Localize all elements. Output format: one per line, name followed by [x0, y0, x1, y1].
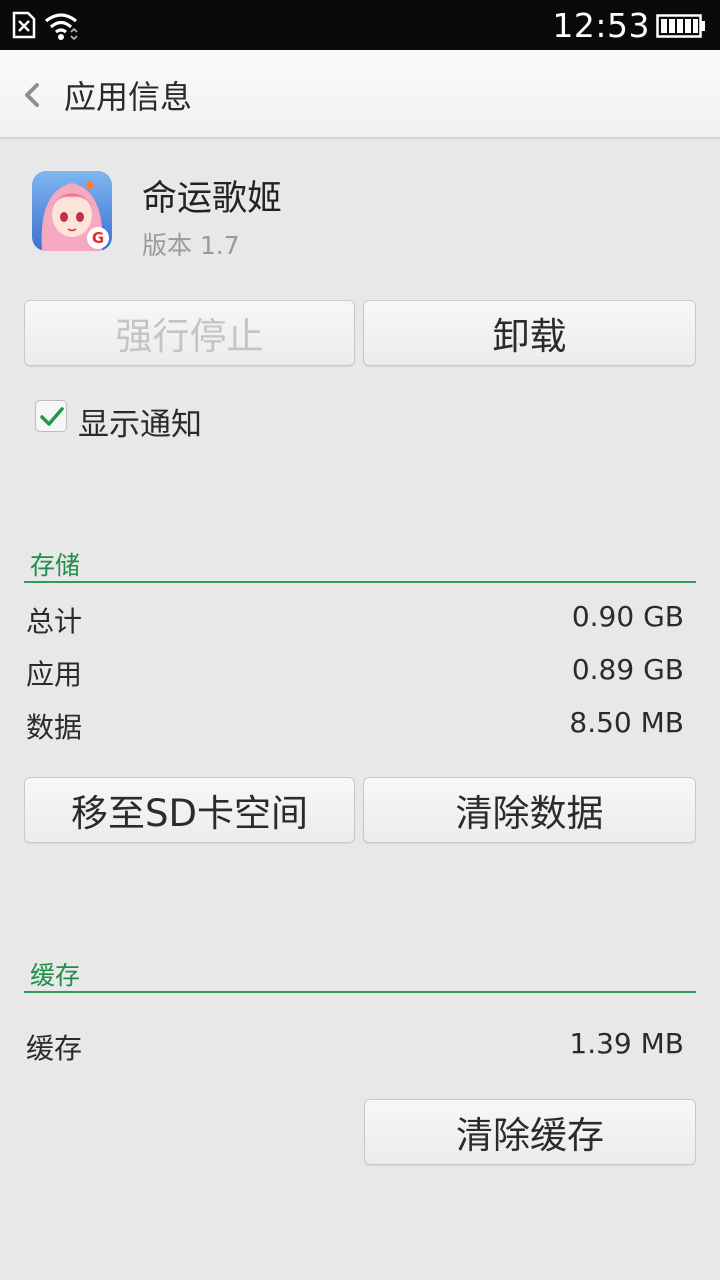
- clear-data-button[interactable]: 清除数据: [363, 777, 696, 843]
- chevron-left-icon[interactable]: [22, 82, 42, 108]
- app-icon: G: [32, 171, 112, 251]
- storage-app-label: 应用: [26, 658, 83, 691]
- move-to-sd-button[interactable]: 移至SD卡空间: [24, 777, 355, 843]
- cache-section-title: 缓存: [30, 961, 81, 990]
- clear-cache-button[interactable]: 清除缓存: [364, 1099, 696, 1165]
- cache-value: 1.39 MB: [569, 1027, 684, 1060]
- svg-text:G: G: [92, 229, 104, 247]
- storage-divider: [24, 581, 696, 583]
- status-bar: 12:53: [0, 0, 720, 50]
- wifi-icon: [45, 13, 78, 41]
- show-notifications-label: 显示通知: [78, 407, 202, 443]
- storage-section-title: 存储: [30, 551, 81, 580]
- clock: 12:53: [552, 6, 650, 45]
- checkmark-icon: [40, 407, 64, 426]
- app-bar: 应用信息: [0, 50, 720, 138]
- show-notifications-checkbox[interactable]: [35, 400, 67, 432]
- storage-data-label: 数据: [26, 711, 83, 744]
- cache-divider: [24, 991, 696, 993]
- no-sim-icon: [12, 11, 36, 39]
- storage-total-label: 总计: [26, 605, 83, 638]
- storage-total-value: 0.90 GB: [571, 600, 684, 633]
- force-stop-button[interactable]: 强行停止: [24, 300, 355, 366]
- battery-icon: [656, 14, 705, 38]
- uninstall-button[interactable]: 卸载: [363, 300, 696, 366]
- page-title: 应用信息: [64, 78, 193, 116]
- storage-data-value: 8.50 MB: [569, 706, 684, 739]
- storage-app-value: 0.89 GB: [571, 653, 684, 686]
- cache-label: 缓存: [26, 1032, 83, 1065]
- app-name: 命运歌姬: [142, 179, 283, 219]
- app-version: 版本 1.7: [142, 231, 240, 260]
